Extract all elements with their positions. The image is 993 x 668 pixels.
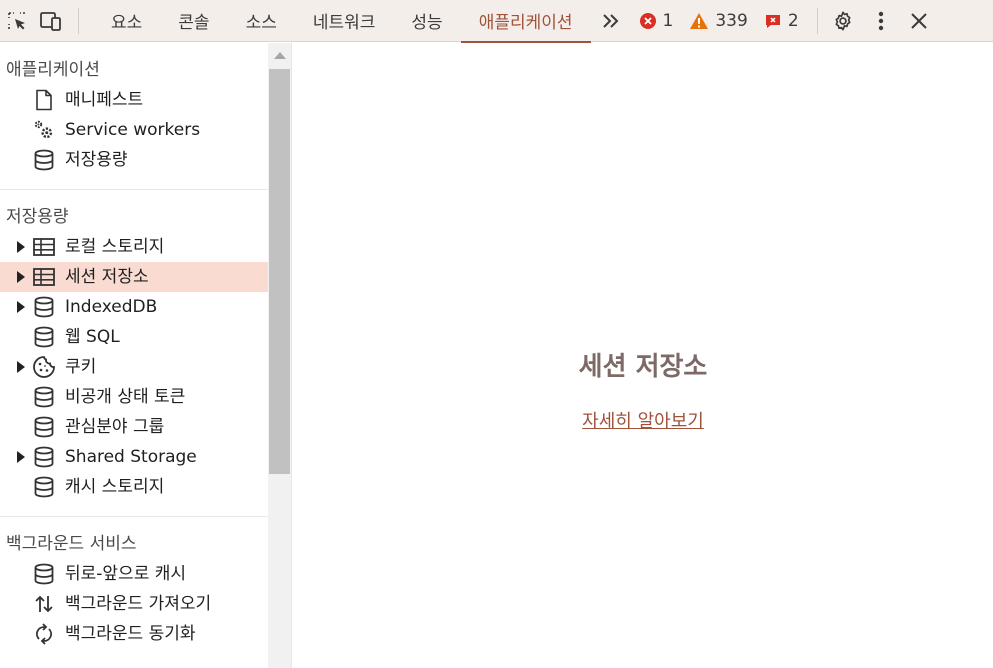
warning-icon [689,12,709,30]
section-title-application: 애플리케이션 [6,60,100,80]
sidebar-item-label: 세션 저장소 [65,267,149,287]
sidebar-item-background-sync[interactable]: 백그라운드 동기화 [0,619,268,649]
sidebar-item-label: 웹 SQL [65,327,120,347]
empty-state-title: 세션 저장소 [578,352,708,382]
sidebar-item-session-storage[interactable]: 세션 저장소 [0,262,268,292]
inspect-element-icon[interactable] [0,0,34,42]
device-toggle-icon[interactable] [34,0,68,42]
cookie-icon [32,355,56,379]
sidebar-item-shared-storage[interactable]: Shared Storage [0,442,268,472]
sidebar-item-manifest[interactable]: 매니페스트 [0,85,268,115]
database-icon [32,415,56,439]
error-icon [639,12,657,30]
gears-icon [32,118,56,142]
database-icon [32,325,56,349]
sidebar-item-label: 뒤로-앞으로 캐시 [65,564,187,584]
tab-sources[interactable]: 소스 [228,0,295,42]
sidebar-item-interest-groups[interactable]: 관심분야 그룹 [0,412,268,442]
toolbar-separator [816,7,818,34]
error-count: 1 [662,10,674,31]
database-icon [32,295,56,319]
warning-count: 339 [715,10,748,31]
tab-elements[interactable]: 요소 [93,0,160,42]
sidebar-item-local-storage[interactable]: 로컬 스토리지 [0,232,268,262]
database-icon [32,385,56,409]
sidebar-scrollbar[interactable] [268,43,292,668]
sync-icon [32,622,56,646]
tab-console[interactable]: 콘솔 [160,0,227,42]
arrows-up-down-icon [32,592,56,616]
sidebar-item-cache-storage[interactable]: 캐시 스토리지 [0,472,268,502]
kebab-menu-icon[interactable] [862,0,900,42]
sidebar-item-label: 관심분야 그룹 [65,417,165,437]
expand-arrow-icon[interactable] [17,241,25,253]
sidebar-item-storage[interactable]: 저장용량 [0,145,268,175]
scrollbar-thumb[interactable] [269,69,290,474]
sidebar-item-label: 로컬 스토리지 [65,237,165,257]
section-title-storage: 저장용량 [6,207,69,227]
sidebar-item-bfcache[interactable]: 뒤로-앞으로 캐시 [0,559,268,589]
issue-count: 2 [787,10,799,31]
gear-icon[interactable] [824,0,862,42]
sidebar-item-background-fetch[interactable]: 백그라운드 가져오기 [0,589,268,619]
sidebar-item-cookies[interactable]: 쿠키 [0,352,268,382]
sidebar-item-label: 백그라운드 동기화 [65,624,196,644]
tab-application[interactable]: 애플리케이션 [460,0,591,43]
sidebar-item-label: 백그라운드 가져오기 [65,594,212,614]
tab-network[interactable]: 네트워크 [295,0,394,42]
sidebar-item-label: 매니페스트 [65,90,144,110]
application-sidebar: 애플리케이션 매니페스트 Service workers 저장용량 저장용량 로… [0,43,268,668]
sidebar-item-private-state-tokens[interactable]: 비공개 상태 토큰 [0,382,268,412]
sidebar-item-label: 비공개 상태 토큰 [65,387,186,407]
sidebar-item-label: 저장용량 [65,150,128,170]
warning-counter[interactable]: 339 [689,0,748,42]
sidebar-item-label: Shared Storage [65,447,197,467]
table-icon [32,265,56,289]
chevron-double-right-icon[interactable] [591,0,631,42]
close-icon[interactable] [900,0,938,42]
database-icon [32,475,56,499]
database-icon [32,562,56,586]
expand-arrow-icon[interactable] [17,361,25,373]
sidebar-item-label: 캐시 스토리지 [65,477,165,497]
tab-performance[interactable]: 성능 [393,0,460,42]
database-icon [32,148,56,172]
expand-arrow-icon[interactable] [17,451,25,463]
sidebar-item-service-workers[interactable]: Service workers [0,115,268,145]
issues-counter[interactable]: 2 [764,0,799,42]
toolbar-separator [78,7,79,34]
scroll-up-arrow-icon[interactable] [274,52,286,59]
error-counter[interactable]: 1 [639,0,674,42]
issue-icon [764,12,782,30]
devtools-toolbar: 요소 콘솔 소스 네트워크 성능 애플리케이션 1 339 2 [0,0,993,43]
sidebar-item-indexeddb[interactable]: IndexedDB [0,292,268,322]
sidebar-item-web-sql[interactable]: 웹 SQL [0,322,268,352]
learn-more-link[interactable]: 자세히 알아보기 [293,407,993,433]
section-title-background-services: 백그라운드 서비스 [6,534,137,554]
table-icon [32,235,56,259]
sidebar-item-label: 쿠키 [65,357,97,377]
sidebar-item-label: Service workers [65,120,201,140]
main-panel: 세션 저장소 자세히 알아보기 [293,43,993,668]
sidebar-item-label: IndexedDB [65,297,158,317]
expand-arrow-icon[interactable] [17,301,25,313]
database-icon [32,445,56,469]
document-icon [32,88,56,112]
expand-arrow-icon[interactable] [17,271,25,283]
